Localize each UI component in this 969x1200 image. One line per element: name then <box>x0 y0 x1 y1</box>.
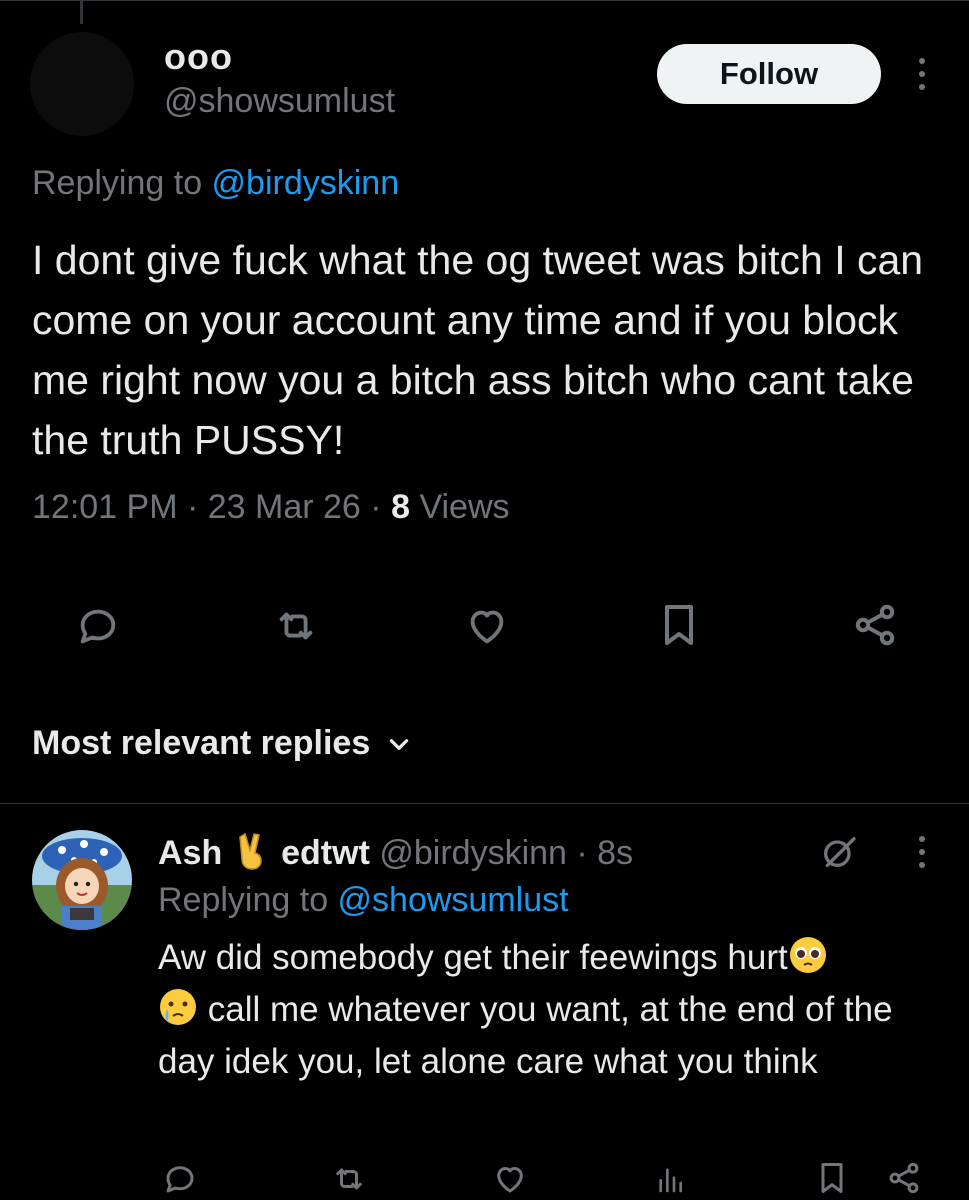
crying-face-emoji <box>160 989 196 1025</box>
replying-to-link[interactable]: @birdyskinn <box>212 164 400 202</box>
avatar[interactable] <box>30 32 134 136</box>
tweet-text: I dont give fuck what the og tweet was b… <box>32 237 924 463</box>
author-display-name[interactable]: ooo <box>164 36 233 78</box>
reply-name-part: edtwt <box>271 834 370 872</box>
reply-more-icon[interactable] <box>916 836 928 868</box>
share-icon[interactable] <box>884 1158 924 1198</box>
more-icon[interactable] <box>916 58 928 90</box>
meta-separator: · <box>177 488 208 526</box>
reply-header: Ash edtwt @birdyskinn · 8s <box>158 830 633 873</box>
tweet-date[interactable]: 23 Mar 26 <box>208 488 361 526</box>
chevron-down-icon <box>390 738 409 750</box>
reply-age[interactable]: 8s <box>597 834 633 872</box>
reply-handle[interactable]: @birdyskinn <box>379 834 567 872</box>
heart-icon[interactable] <box>460 600 514 652</box>
views-label: Views <box>419 488 510 526</box>
bookmark-icon[interactable] <box>656 598 702 652</box>
thread-line <box>80 0 83 24</box>
repost-icon[interactable] <box>268 600 324 652</box>
replying-prefix: Replying to <box>32 164 212 202</box>
sort-replies-button[interactable]: Most relevant replies <box>32 724 412 763</box>
meta-separator: · <box>360 488 392 526</box>
top-border <box>0 0 969 1</box>
follow-button[interactable]: Follow <box>657 44 881 104</box>
replying-to-link[interactable]: @showsumlust <box>338 881 569 919</box>
replying-to: Replying to @birdyskinn <box>32 164 399 203</box>
heart-icon[interactable] <box>490 1160 530 1198</box>
analytics-icon[interactable] <box>652 1160 688 1198</box>
reply-name-part: Ash <box>158 834 232 872</box>
author-handle[interactable]: @showsumlust <box>164 82 395 121</box>
reply-text-part: call me whatever you want, at the end of… <box>158 990 893 1081</box>
victory-hand-emoji <box>238 832 262 870</box>
reply-icon[interactable] <box>160 1160 200 1198</box>
views-count: 8 <box>391 488 410 526</box>
grok-icon[interactable] <box>816 830 862 874</box>
reply-text: Aw did somebody get their feewings hurt … <box>158 932 938 1088</box>
header-separator: · <box>566 834 598 872</box>
reply-icon[interactable] <box>72 600 124 652</box>
reply-avatar[interactable] <box>32 830 132 930</box>
tweet-time[interactable]: 12:01 PM <box>32 488 178 526</box>
tweet-meta: 12:01 PM · 23 Mar 26 · 8 Views <box>32 488 510 527</box>
reply-replying-to: Replying to @showsumlust <box>158 881 569 920</box>
bookmark-icon[interactable] <box>814 1158 850 1198</box>
sort-label: Most relevant replies <box>32 724 371 762</box>
reply-text-part: Aw did somebody get their feewings hurt <box>158 938 788 977</box>
repost-icon[interactable] <box>328 1160 370 1198</box>
pleading-face-emoji <box>789 937 826 973</box>
replying-prefix: Replying to <box>158 881 338 919</box>
divider <box>0 803 969 804</box>
reply-display-name[interactable]: Ash edtwt <box>158 832 370 872</box>
share-icon[interactable] <box>848 598 902 652</box>
